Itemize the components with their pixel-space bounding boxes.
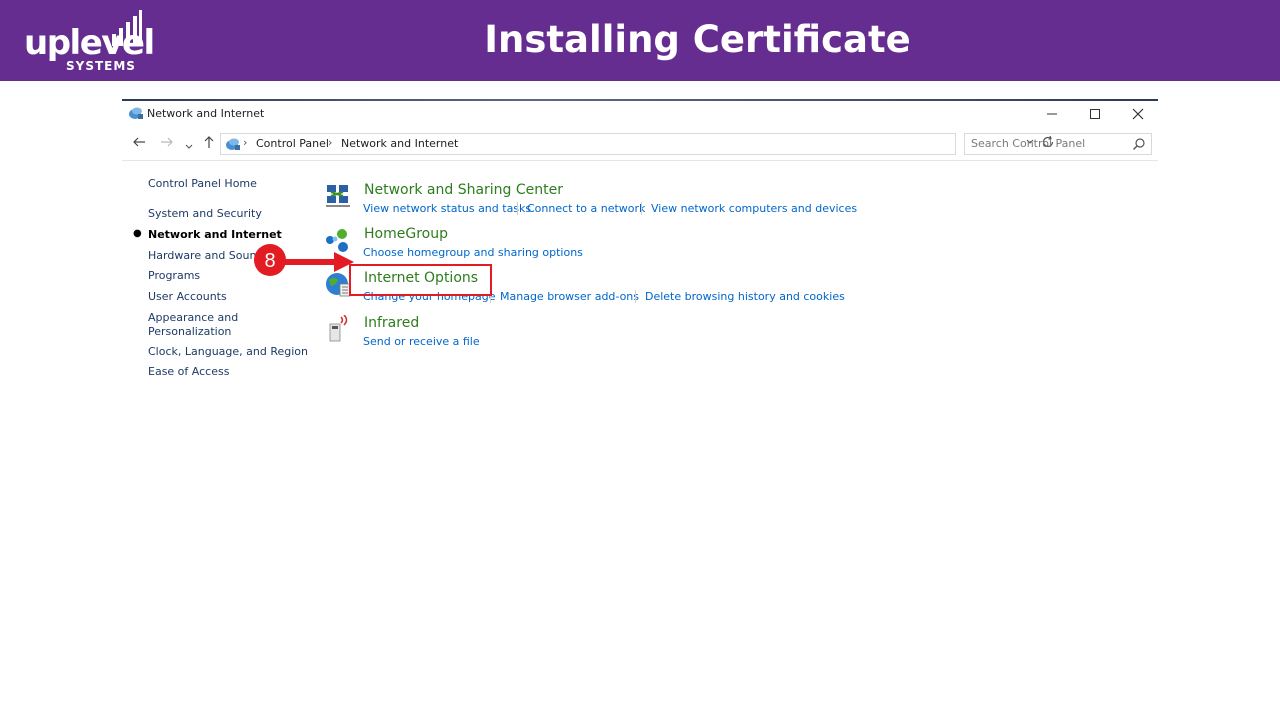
- close-icon: [1132, 108, 1144, 120]
- nav-system-and-security[interactable]: System and Security: [148, 207, 262, 221]
- up-arrow-icon: [204, 136, 214, 148]
- recent-locations-button[interactable]: [184, 138, 194, 156]
- step-badge: 8: [254, 244, 286, 276]
- nav-control-panel-home[interactable]: Control Panel Home: [148, 177, 257, 191]
- maximize-button[interactable]: [1075, 101, 1115, 127]
- homegroup-link[interactable]: HomeGroup: [364, 226, 448, 242]
- search-box[interactable]: Search Control Panel: [964, 133, 1152, 155]
- infrared-link[interactable]: Infrared: [364, 315, 419, 331]
- step-number: 8: [264, 250, 275, 272]
- network-globe-icon: [226, 138, 240, 150]
- link-divider: [635, 290, 636, 303]
- up-button[interactable]: [202, 135, 216, 153]
- slide-header: uplevel SYSTEMS Installing Certificate: [0, 0, 1280, 81]
- slide-title: Installing Certificate: [484, 18, 911, 61]
- breadcrumb-separator-icon[interactable]: ›: [328, 136, 332, 149]
- address-bar-row: › Control Panel › Network and Internet S…: [122, 129, 1158, 159]
- toolbar-divider: [122, 160, 1158, 161]
- search-icon[interactable]: [1132, 137, 1146, 151]
- logo-subtitle: SYSTEMS: [66, 59, 136, 73]
- forward-button[interactable]: [160, 135, 174, 153]
- back-button[interactable]: [132, 135, 146, 153]
- homegroup-sharing-options-link[interactable]: Choose homegroup and sharing options: [363, 246, 583, 259]
- link-divider: [641, 202, 642, 215]
- forward-arrow-icon: [161, 137, 173, 147]
- minimize-icon: [1047, 113, 1057, 115]
- nav-ease-of-access[interactable]: Ease of Access: [148, 365, 229, 379]
- uplevel-logo: uplevel SYSTEMS: [24, 10, 155, 74]
- breadcrumb-separator-icon[interactable]: ›: [243, 136, 247, 149]
- link-divider: [517, 202, 518, 215]
- breadcrumb-network-and-internet[interactable]: Network and Internet: [341, 137, 458, 150]
- window-title: Network and Internet: [147, 107, 265, 120]
- chevron-down-icon: [185, 144, 193, 149]
- infrared-icon: [329, 315, 348, 342]
- nav-appearance-line1[interactable]: Appearance and: [148, 311, 238, 325]
- manage-browser-addons-link[interactable]: Manage browser add-ons: [500, 290, 639, 303]
- network-sharing-center-link[interactable]: Network and Sharing Center: [364, 182, 563, 198]
- nav-user-accounts[interactable]: User Accounts: [148, 290, 227, 304]
- network-globe-icon: [129, 107, 143, 119]
- view-network-status-link[interactable]: View network status and tasks: [363, 202, 531, 215]
- breadcrumb-control-panel[interactable]: Control Panel: [256, 137, 329, 150]
- active-bullet-icon: ●: [133, 228, 142, 239]
- nav-clock-language-region[interactable]: Clock, Language, and Region: [148, 345, 308, 359]
- send-receive-file-link[interactable]: Send or receive a file: [363, 335, 480, 348]
- network-sharing-icon: [326, 185, 350, 207]
- search-input[interactable]: Search Control Panel: [971, 137, 1085, 150]
- minimize-button[interactable]: [1032, 101, 1072, 127]
- delete-browsing-history-link[interactable]: Delete browsing history and cookies: [645, 290, 845, 303]
- nav-hardware-and-sound[interactable]: Hardware and Sound: [148, 249, 263, 263]
- highlight-box: [349, 264, 492, 296]
- maximize-icon: [1090, 109, 1100, 119]
- close-button[interactable]: [1118, 101, 1158, 127]
- address-field[interactable]: › Control Panel › Network and Internet: [220, 133, 1054, 155]
- nav-network-and-internet[interactable]: Network and Internet: [148, 228, 282, 242]
- connect-to-network-link[interactable]: Connect to a network: [527, 202, 645, 215]
- nav-appearance-line2[interactable]: Personalization: [148, 325, 231, 339]
- back-arrow-icon: [133, 137, 145, 147]
- title-bar[interactable]: Network and Internet: [122, 101, 1158, 127]
- logo-wordmark: uplevel: [24, 23, 155, 63]
- view-network-computers-link[interactable]: View network computers and devices: [651, 202, 857, 215]
- nav-programs[interactable]: Programs: [148, 269, 200, 283]
